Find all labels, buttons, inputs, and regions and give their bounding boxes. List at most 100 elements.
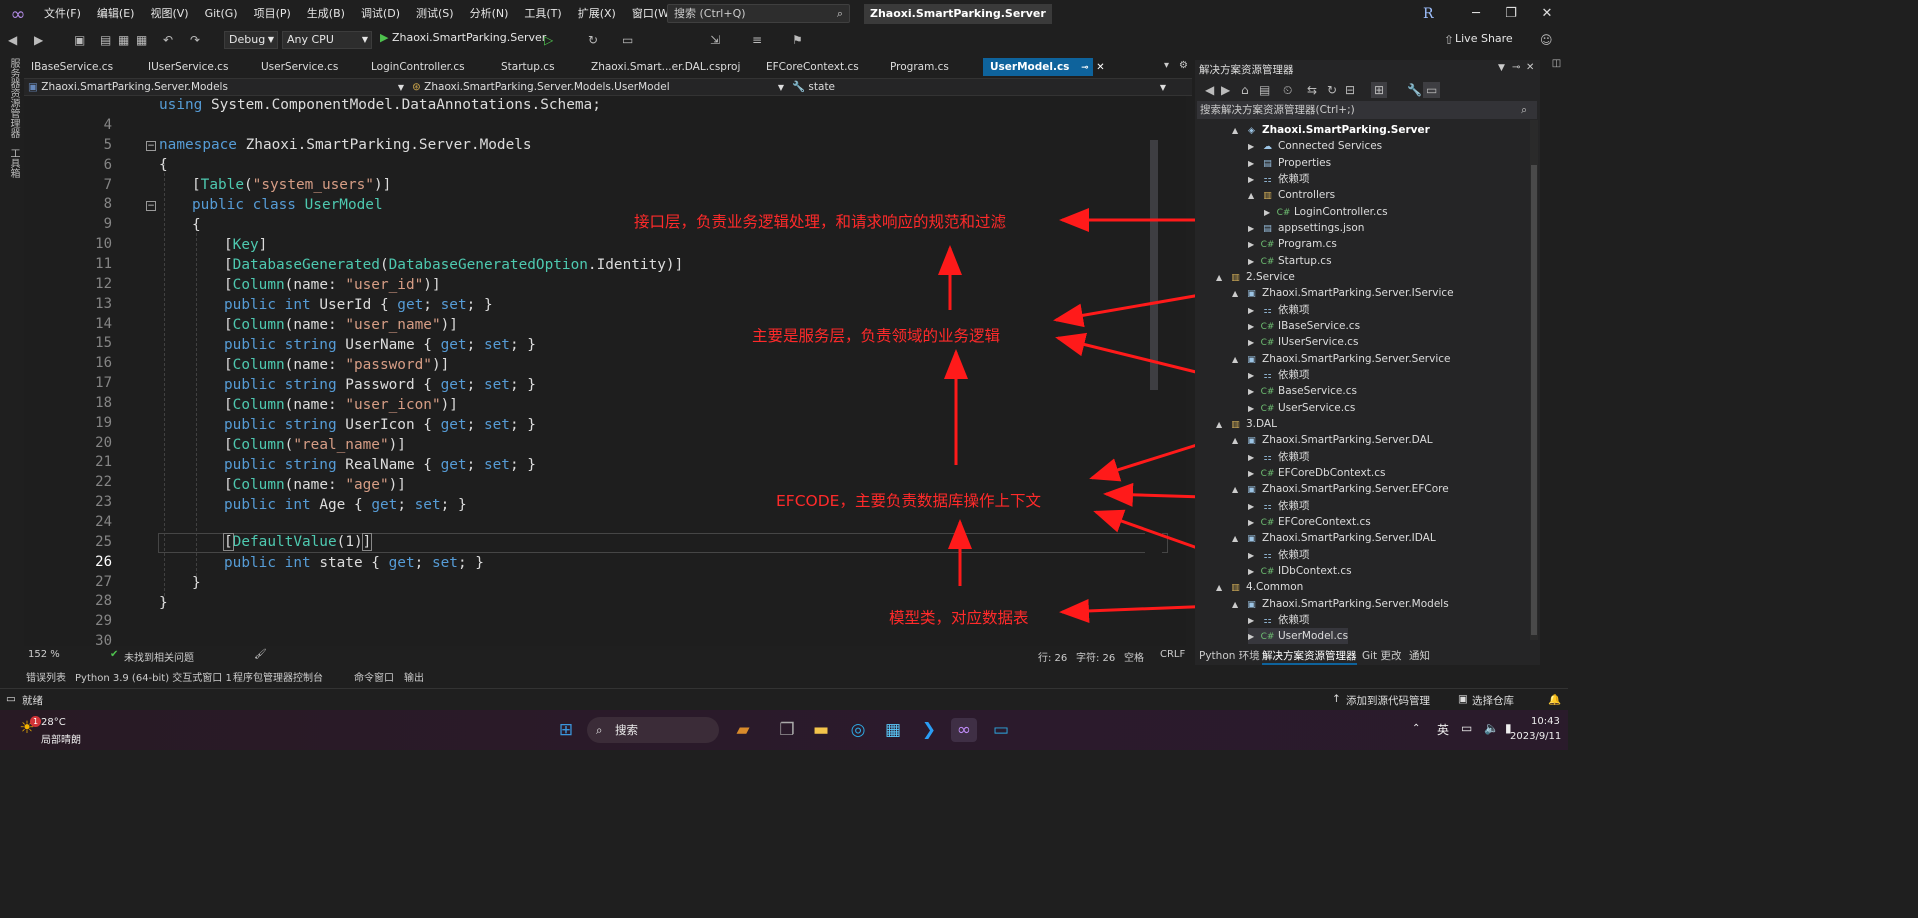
tree-item[interactable]: ▶ ⚏ 依赖项	[1248, 302, 1310, 318]
tab-git-changes[interactable]: Git 更改	[1362, 648, 1402, 663]
tree-item[interactable]: ▶ C# IDbContext.cs	[1248, 563, 1352, 579]
sync-icon[interactable]: ⇆	[1307, 82, 1317, 98]
tree-item[interactable]: ▶ C# LoginController.cs	[1264, 204, 1388, 220]
collapsed-arrow-icon[interactable]: ▶	[1248, 319, 1260, 335]
history-icon[interactable]: ⏲	[1283, 82, 1292, 98]
save-all-icon[interactable]: ▦	[136, 32, 147, 48]
forward-icon[interactable]: ▶	[1221, 82, 1230, 98]
tree-item[interactable]: ▶ ⚏ 依赖项	[1248, 612, 1310, 628]
server-explorer-tab[interactable]: 服务器资源管理器	[6, 58, 21, 138]
tree-item[interactable]: ▶ C# Startup.cs	[1248, 253, 1332, 269]
tab-startup[interactable]: Startup.cs	[494, 58, 584, 76]
collapse-all-icon[interactable]: ⊟	[1345, 82, 1355, 98]
preview-icon[interactable]: ▭	[1423, 82, 1441, 98]
notification-bell-icon[interactable]: 🔔	[1548, 693, 1561, 706]
briefcase-app-icon[interactable]: ▰	[730, 718, 756, 742]
redo-icon[interactable]: ↷	[190, 32, 200, 48]
tree-item[interactable]: ▲ ◈ Zhaoxi.SmartParking.Server	[1232, 122, 1430, 138]
task-view-icon[interactable]: ❐	[774, 718, 800, 742]
project-dropdown[interactable]: ▣ Zhaoxi.SmartParking.Server.Models ▼	[28, 80, 408, 95]
tree-item[interactable]: ▶ ☁ Connected Services	[1248, 138, 1382, 154]
collapsed-arrow-icon[interactable]: ▶	[1264, 205, 1276, 221]
menu-analyze[interactable]: 分析(N)	[462, 0, 517, 28]
restore-icon[interactable]: ❐	[1496, 4, 1526, 24]
menu-extensions[interactable]: 扩展(X)	[570, 0, 624, 28]
indent-mode[interactable]: 空格	[1124, 649, 1144, 664]
tree-item[interactable]: ▲ ▥ 2.Service	[1216, 269, 1295, 285]
collapsed-arrow-icon[interactable]: ▶	[1248, 237, 1260, 253]
expanded-arrow-icon[interactable]: ▲	[1232, 531, 1244, 547]
collapsed-arrow-icon[interactable]: ▶	[1248, 401, 1260, 417]
tray-overflow-icon[interactable]: ⌃	[1412, 723, 1420, 734]
save-icon[interactable]: ▦	[118, 32, 129, 48]
bookmark-icon[interactable]: ⚑	[792, 32, 803, 48]
expanded-arrow-icon[interactable]: ▲	[1216, 270, 1228, 286]
show-all-files-icon[interactable]: ⊞	[1371, 82, 1388, 98]
feedback-icon[interactable]: ☺	[1540, 32, 1553, 48]
settings-gear-icon[interactable]: ⚙	[1179, 60, 1188, 71]
collapsed-arrow-icon[interactable]: ▶	[1248, 629, 1260, 645]
new-project-icon[interactable]: ▣	[74, 32, 85, 48]
tab-userservice[interactable]: UserService.cs	[254, 58, 364, 76]
tree-item[interactable]: ▲ ▣ Zhaoxi.SmartParking.Server.EFCore	[1232, 481, 1449, 497]
tab-logincontroller[interactable]: LoginController.cs	[364, 58, 494, 76]
tree-item[interactable]: ▲ ▣ Zhaoxi.SmartParking.Server.DAL	[1232, 432, 1433, 448]
editor-scroll-thumb[interactable]	[1150, 140, 1158, 390]
menu-build[interactable]: 生成(B)	[299, 0, 353, 28]
start-icon[interactable]: ⊞	[553, 718, 579, 742]
brush-icon[interactable]: 🖌	[254, 649, 267, 660]
taskbar-search[interactable]: ⌕ 搜索	[587, 717, 719, 743]
volume-icon[interactable]: 🔈	[1484, 721, 1499, 735]
minimize-icon[interactable]: ─	[1461, 4, 1491, 24]
format-icon[interactable]: ≡	[752, 32, 762, 48]
back-icon[interactable]: ◀	[1205, 82, 1214, 98]
tree-item[interactable]: ▶ C# Program.cs	[1248, 236, 1337, 252]
expanded-arrow-icon[interactable]: ▲	[1232, 433, 1244, 449]
collapsed-arrow-icon[interactable]: ▶	[1248, 564, 1260, 580]
clock-date[interactable]: 2023/9/11	[1510, 731, 1561, 742]
menu-view[interactable]: 视图(V)	[142, 0, 196, 28]
menu-debug[interactable]: 调试(D)	[353, 0, 408, 28]
platform-select[interactable]: Any CPU ▼	[282, 31, 372, 49]
solution-explorer-search[interactable]: 搜索解决方案资源管理器(Ctrl+;) ⌕	[1197, 101, 1537, 119]
line-ending[interactable]: CRLF	[1160, 649, 1185, 660]
global-search-input[interactable]: 搜索 (Ctrl+Q) ⌕	[667, 4, 850, 23]
expanded-arrow-icon[interactable]: ▲	[1216, 580, 1228, 596]
home-icon[interactable]: ⌂	[1241, 82, 1249, 98]
chevron-down-icon[interactable]: ▼	[1498, 63, 1505, 73]
fold-toggle-icon[interactable]: −	[146, 141, 156, 151]
zoom-level[interactable]: 152 %	[28, 649, 60, 660]
menu-git[interactable]: Git(G)	[197, 0, 246, 28]
tree-item[interactable]: ▲ ▥ 3.DAL	[1216, 416, 1277, 432]
panel-close-icon[interactable]: ✕	[1526, 62, 1534, 73]
tab-python-env[interactable]: Python 环境	[1199, 648, 1260, 663]
window-app-icon[interactable]: ▭	[988, 718, 1014, 742]
tab-notifications[interactable]: 通知	[1409, 648, 1430, 663]
tab-efcorecontext[interactable]: EFCoreContext.cs	[759, 58, 883, 76]
collapsed-arrow-icon[interactable]: ▶	[1248, 172, 1260, 188]
tree-item[interactable]: ▲ ▣ Zhaoxi.SmartParking.Server.IService	[1232, 285, 1454, 301]
tree-item[interactable]: ▲ ▥ 4.Common	[1216, 579, 1303, 595]
back-icon[interactable]: ◀	[8, 32, 17, 48]
expanded-arrow-icon[interactable]: ▲	[1232, 286, 1244, 302]
open-folder-icon[interactable]: ▤	[100, 32, 111, 48]
pin-icon[interactable]: ⊸	[1081, 63, 1089, 73]
solution-explorer-scroll-thumb[interactable]	[1531, 165, 1537, 635]
collapsed-arrow-icon[interactable]: ▶	[1248, 548, 1260, 564]
tab-program[interactable]: Program.cs	[883, 58, 981, 76]
add-to-source-control-button[interactable]: 添加到源代码管理	[1346, 693, 1430, 708]
collapsed-arrow-icon[interactable]: ▶	[1248, 515, 1260, 531]
tree-item[interactable]: ▶ ⚏ 依赖项	[1248, 449, 1310, 465]
tab-close-icon[interactable]: ✕	[1096, 62, 1104, 73]
expanded-arrow-icon[interactable]: ▲	[1232, 352, 1244, 368]
collapsed-arrow-icon[interactable]: ▶	[1248, 466, 1260, 482]
properties-wrench-icon[interactable]: 🔧	[1407, 82, 1422, 98]
expanded-arrow-icon[interactable]: ▲	[1232, 597, 1244, 613]
collapsed-arrow-icon[interactable]: ▶	[1248, 499, 1260, 515]
live-share-icon[interactable]: ⇧	[1444, 32, 1454, 48]
tab-python-interactive[interactable]: Python 3.9 (64-bit) 交互式窗口 1	[75, 669, 232, 684]
code-editor[interactable]: 4 5 6 7 8 9 10 11 12 13 14 15 16 17 18 19 20 21 22 23 24 25 26…	[24, 96, 1186, 646]
refresh-icon[interactable]: ↻	[1327, 82, 1337, 98]
expanded-arrow-icon[interactable]: ▲	[1232, 482, 1244, 498]
tree-item[interactable]: ▶ ⚏ 依赖项	[1248, 171, 1310, 187]
